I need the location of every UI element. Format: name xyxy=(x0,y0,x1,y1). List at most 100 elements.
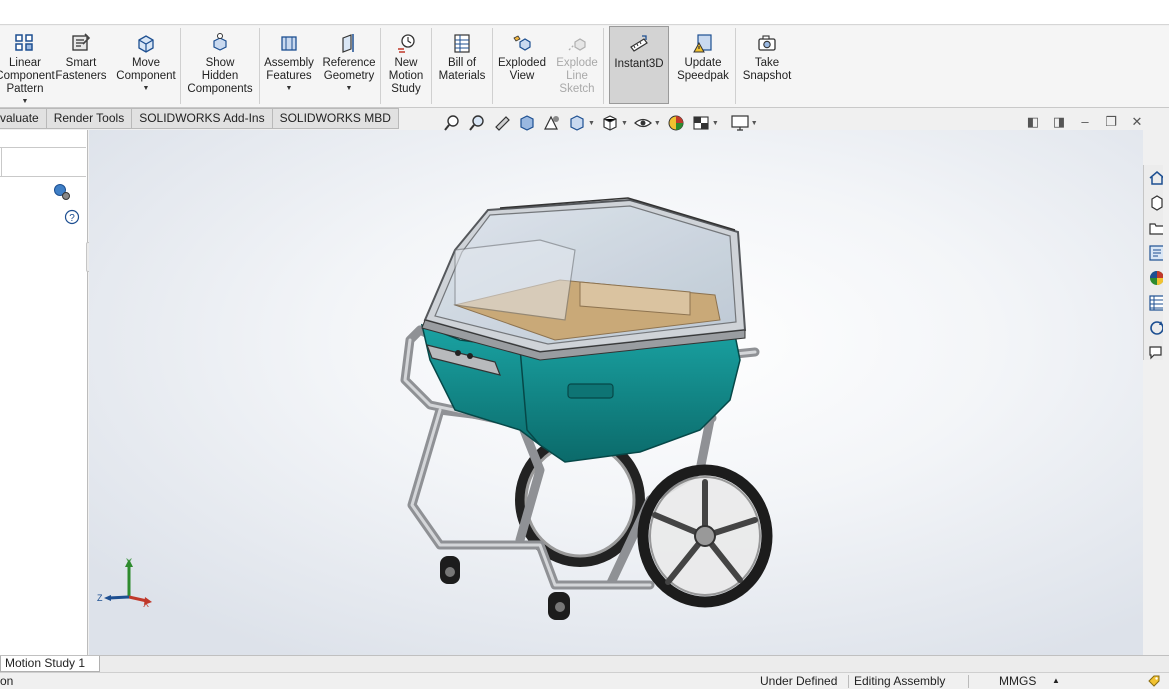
help-icon[interactable]: ? xyxy=(64,209,80,225)
search-gear-icon[interactable] xyxy=(52,182,72,202)
instant3d-icon xyxy=(630,35,648,52)
heads-up-toolbar: ▼ ▼ ▼ ▼ ▼ xyxy=(442,112,763,134)
triad-z-label: Z xyxy=(97,593,103,603)
status-definition: Under Defined xyxy=(760,674,838,688)
linear-component-pattern-label: Linear Component Pattern xyxy=(0,57,55,95)
status-bar: on Under Defined Editing Assembly MMGS ▲ xyxy=(0,672,1169,689)
move-component-icon xyxy=(138,35,154,53)
tab-solidworks-mbd[interactable]: SOLIDWORKS MBD xyxy=(272,108,399,129)
units-up-arrow-icon[interactable]: ▲ xyxy=(1052,673,1060,689)
camera-icon xyxy=(758,35,776,51)
window-controls: ◧ ◨ – ❐ ✕ xyxy=(1020,114,1150,132)
reference-geometry-button[interactable]: Reference Geometry ▼ xyxy=(318,26,380,104)
chevron-down-icon[interactable]: ▼ xyxy=(22,98,29,106)
dynamic-annotation-icon xyxy=(544,115,559,130)
take-snapshot-label: Take Snapshot xyxy=(742,57,792,82)
graphics-area[interactable]: Y Z X xyxy=(89,130,1143,655)
view-settings-button[interactable]: ▼ xyxy=(730,113,758,133)
tab-solidworks-add-ins[interactable]: SOLIDWORKS Add-Ins xyxy=(132,108,273,129)
take-snapshot-button[interactable]: Take Snapshot xyxy=(736,26,798,104)
title-strip xyxy=(0,0,1169,25)
tag-icon[interactable] xyxy=(1147,674,1161,688)
section-view-button[interactable] xyxy=(517,113,537,133)
status-left-text: on xyxy=(0,674,14,688)
display-style-icon xyxy=(603,115,617,131)
instant3d-label: Instant3D xyxy=(614,58,664,70)
exploded-view-icon xyxy=(513,35,531,51)
explode-line-sketch-label: Explode Line Sketch xyxy=(556,57,598,95)
speedpak-icon xyxy=(693,34,712,53)
move-component-label: Move Component xyxy=(116,57,176,82)
units-system[interactable]: MMGS xyxy=(999,673,1036,689)
move-component-button[interactable]: Move Component ▼ xyxy=(112,26,180,104)
ribbon-separator xyxy=(603,28,604,104)
panel-divider xyxy=(0,147,86,148)
linear-component-pattern-button[interactable]: Linear Component Pattern ▼ xyxy=(0,26,55,106)
minimize-icon[interactable]: – xyxy=(1072,114,1098,132)
chevron-down-icon[interactable]: ▼ xyxy=(286,85,293,93)
assembly-features-button[interactable]: Assembly Features ▼ xyxy=(260,26,318,104)
scene-icon xyxy=(693,116,709,130)
assembly-features-icon xyxy=(281,36,297,51)
motion-study-icon xyxy=(398,34,415,53)
triad-x-label: X xyxy=(143,599,150,609)
exploded-view-button[interactable]: Exploded View xyxy=(493,26,551,104)
instant3d-button[interactable]: Instant3D xyxy=(609,26,669,104)
view-orientation-button[interactable]: ▼ xyxy=(567,113,595,133)
tab-motion-study-1[interactable]: Motion Study 1 xyxy=(0,656,100,672)
tab-render-tools[interactable]: Render Tools xyxy=(46,108,133,129)
assembly-features-label: Assembly Features xyxy=(264,57,314,82)
zoom-area-icon xyxy=(469,115,484,131)
bill-of-materials-button[interactable]: Bill of Materials xyxy=(432,26,492,104)
tile-left-icon[interactable]: ◧ xyxy=(1020,114,1046,132)
show-hidden-icon xyxy=(213,33,227,51)
zoom-fit-icon xyxy=(444,115,459,131)
tile-right-icon[interactable]: ◨ xyxy=(1046,114,1072,132)
zoom-area-button[interactable] xyxy=(467,113,487,133)
new-motion-study-button[interactable]: New Motion Study xyxy=(381,26,431,104)
exploded-view-label: Exploded View xyxy=(498,57,546,82)
previous-view-button[interactable] xyxy=(492,113,512,133)
display-style-button[interactable]: ▼ xyxy=(600,113,628,133)
panel-divider xyxy=(0,176,86,177)
svg-text:?: ? xyxy=(69,213,75,224)
reference-geometry-label: Reference Geometry xyxy=(322,57,376,82)
property-manager-panel: ? xyxy=(0,130,88,655)
bill-of-materials-label: Bill of Materials xyxy=(438,57,486,82)
explode-line-sketch-button[interactable]: Explode Line Sketch xyxy=(551,26,603,104)
status-separator xyxy=(848,675,849,688)
apply-scene-button[interactable]: ▼ xyxy=(691,113,719,133)
previous-view-icon xyxy=(495,116,510,131)
smart-fasteners-button[interactable]: Smart Fasteners xyxy=(50,26,112,104)
show-hidden-components-label: Show Hidden Components xyxy=(187,57,253,95)
linear-pattern-icon xyxy=(15,34,33,51)
update-speedpak-button[interactable]: Update Speedpak xyxy=(671,26,735,104)
triad-y-label: Y xyxy=(126,557,133,567)
smart-fasteners-label: Smart Fasteners xyxy=(55,57,107,82)
model-tab-bar: Motion Study 1 xyxy=(0,655,1169,672)
appearance-icon xyxy=(668,115,684,131)
tab-evaluate[interactable]: valuate xyxy=(0,108,47,129)
show-hidden-components-button[interactable]: Show Hidden Components xyxy=(181,26,259,104)
close-icon[interactable]: ✕ xyxy=(1124,114,1150,132)
right-edge xyxy=(1163,130,1169,655)
chevron-down-icon[interactable]: ▼ xyxy=(346,85,353,93)
panel-field[interactable] xyxy=(0,148,2,176)
status-separator xyxy=(968,675,969,688)
chevron-down-icon[interactable]: ▼ xyxy=(143,85,150,93)
restore-icon[interactable]: ❐ xyxy=(1098,114,1124,132)
view-orientation-icon xyxy=(570,115,584,131)
dynamic-annotation-button[interactable] xyxy=(542,113,562,133)
monitor-icon xyxy=(731,115,749,131)
reference-geometry-icon xyxy=(342,34,354,53)
status-edit-mode: Editing Assembly xyxy=(854,674,946,688)
cart-model[interactable] xyxy=(89,130,1143,655)
edit-appearance-button[interactable] xyxy=(666,113,686,133)
eye-icon xyxy=(633,118,652,128)
update-speedpak-label: Update Speedpak xyxy=(677,57,729,82)
zoom-to-fit-button[interactable] xyxy=(442,113,462,133)
explode-line-sketch-icon xyxy=(568,38,586,51)
command-manager: Linear Component Pattern ▼ Smart Fastene… xyxy=(0,26,1169,108)
hide-show-items-button[interactable]: ▼ xyxy=(633,113,661,133)
new-motion-study-label: New Motion Study xyxy=(388,57,424,95)
